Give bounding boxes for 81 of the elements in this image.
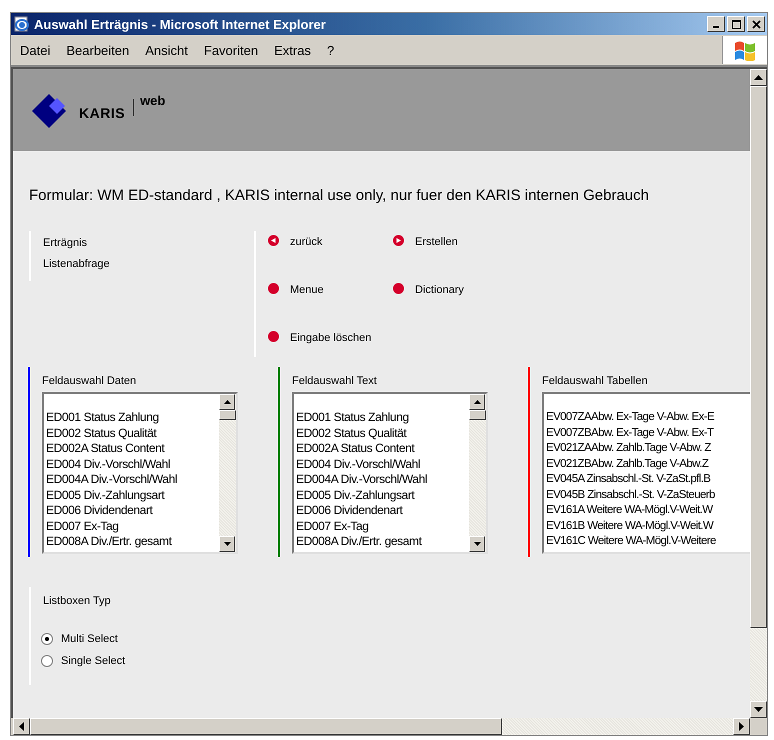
radio-label: Multi Select (61, 633, 118, 645)
nav-link[interactable]: Menue (268, 283, 393, 331)
scrollbar[interactable] (469, 394, 486, 552)
list-option[interactable]: ED002 Status Qualität (46, 426, 219, 441)
list-option[interactable]: ED001 Status Zahlung (296, 410, 469, 426)
list-option[interactable]: ED008A Div./Ertr. gesamt (46, 534, 219, 550)
dot-icon (268, 331, 279, 342)
minimize-button[interactable] (707, 16, 725, 32)
up-arrow-icon (754, 75, 763, 80)
left-arrow-icon (19, 722, 24, 731)
list-option[interactable]: EV045B Zinsabschl.-St. V-ZaSteuerb (546, 488, 750, 503)
list-option[interactable]: ED002A Status Content (46, 441, 219, 456)
minimize-icon (713, 26, 719, 28)
brand-name: KARIS (79, 105, 126, 121)
browser-icon (14, 16, 30, 32)
section-label: Listboxen Typ (43, 595, 112, 607)
radio-label: Single Select (61, 655, 126, 667)
menu-item[interactable]: Favoriten (196, 42, 268, 58)
list-option[interactable]: ED002 Status Qualität (296, 426, 469, 441)
listbox-label: Feldauswahl Tabellen (542, 375, 649, 387)
menu-item[interactable]: Ansicht (138, 42, 197, 58)
list-option[interactable]: EV021ZBAbw. Zahlb.Tage V-Abw.Z (546, 456, 750, 472)
info-label: Erträgnis (43, 237, 88, 249)
down-arrow-icon (224, 542, 230, 546)
list-option[interactable]: ED005 Div.-Zahlungsart (46, 488, 219, 503)
menu-item[interactable]: Bearbeiten (59, 42, 138, 58)
right-arrow-icon (739, 722, 744, 731)
list-option[interactable]: EV045A Zinsabschl.-St. V-ZaSt.pfl.B (546, 472, 750, 488)
radio-button[interactable] (41, 633, 53, 645)
form-title: Formular: WM ED-standard , KARIS internal use only, nur fuer den KARIS internen Gebrauch (29, 187, 650, 204)
list-option[interactable]: ED004A Div.-Vorschl/Wahl (296, 472, 469, 488)
maximize-button[interactable] (727, 16, 745, 32)
list-option[interactable]: ED004 Div.-Vorschl/Wahl (46, 456, 219, 472)
list-option[interactable]: EV161B Weitere WA-Mögl.V-Weit.W (546, 518, 750, 534)
scrollbar-thumb[interactable] (750, 86, 767, 628)
window-title: Auswahl Erträgnis - Microsoft Internet Explorer (34, 16, 327, 32)
list-option[interactable]: ED001 Status Zahlung (46, 410, 219, 426)
menu-item[interactable]: ? (320, 42, 344, 58)
nav-link[interactable]: zurück (268, 235, 393, 283)
list-option[interactable]: EV021ZAAbw. Zahlb.Tage V-Abw. Z (546, 441, 750, 456)
scrollbar-thumb[interactable] (469, 410, 486, 420)
maximize-icon (732, 20, 740, 28)
close-icon (752, 20, 760, 28)
diamond-logo-icon (31, 93, 67, 129)
close-button[interactable] (747, 16, 765, 32)
scrollbar-thumb[interactable] (30, 718, 502, 735)
listbox-label: Feldauswahl Daten (42, 375, 138, 387)
list-option[interactable]: ED007 Ex-Tag (46, 518, 219, 534)
list-option[interactable]: ED007 Ex-Tag (296, 518, 469, 534)
menu-item[interactable]: Datei (13, 42, 60, 58)
listbox[interactable]: ED001 Status Zahlung ED002 Status Qualität ED002A Status Content ED004 Div.-Vorschl/Wahl ED004A Div.-Vorschl/Wahl ED005 Div.-Zahlungsart ED006 Dividendenart ED007 Ex-Tag ED008A Div./Ertr. gesamt (292, 392, 488, 554)
list-option[interactable]: ED005 Div.-Zahlungsart (296, 488, 469, 503)
list-option[interactable]: ED002A Status Content (296, 441, 469, 456)
brand-subtitle: web (140, 93, 166, 108)
vertical-scrollbar[interactable] (750, 69, 767, 718)
info-label: Listenabfrage (43, 258, 111, 270)
list-option[interactable]: ED008A Div./Ertr. gesamt (296, 534, 469, 550)
up-arrow-icon (474, 400, 480, 404)
scrollbar-thumb[interactable] (219, 410, 236, 420)
up-arrow-icon (224, 400, 230, 404)
dot-icon (268, 283, 279, 294)
radio-button[interactable] (41, 655, 53, 667)
nav-link[interactable]: Erstellen (393, 235, 533, 283)
listbox[interactable] (542, 392, 750, 554)
flag-icon (733, 39, 757, 61)
list-option[interactable]: EV161C Weitere WA-Mögl.V-Weitere (546, 534, 750, 550)
dot-icon (393, 283, 404, 294)
down-arrow-icon (474, 542, 480, 546)
list-option[interactable]: EV161A Weitere WA-Mögl.V-Weit.W (546, 503, 750, 518)
down-arrow-icon (754, 707, 763, 712)
menu-item[interactable]: Extras (267, 42, 320, 58)
list-option[interactable]: ED006 Dividendenart (296, 503, 469, 518)
scrollbar[interactable] (219, 394, 236, 552)
list-option[interactable]: EV007ZBAbw. Ex-Tage V-Abw. Ex-T (546, 426, 750, 441)
list-option[interactable]: ED004 Div.-Vorschl/Wahl (296, 456, 469, 472)
nav-link[interactable]: Dictionary (393, 283, 533, 331)
listbox[interactable]: ED001 Status Zahlung ED002 Status Qualität ED002A Status Content ED004 Div.-Vorschl/Wahl ED004A Div.-Vorschl/Wahl ED005 Div.-Zahlungsart ED006 Dividendenart ED007 Ex-Tag ED008A Div./Ertr. gesamt (42, 392, 238, 554)
list-option[interactable]: ED006 Dividendenart (46, 503, 219, 518)
list-option[interactable]: EV007ZAAbw. Ex-Tage V-Abw. Ex-E (546, 410, 750, 426)
list-option[interactable]: ED004A Div.-Vorschl/Wahl (46, 472, 219, 488)
listbox-label: Feldauswahl Text (292, 375, 378, 387)
